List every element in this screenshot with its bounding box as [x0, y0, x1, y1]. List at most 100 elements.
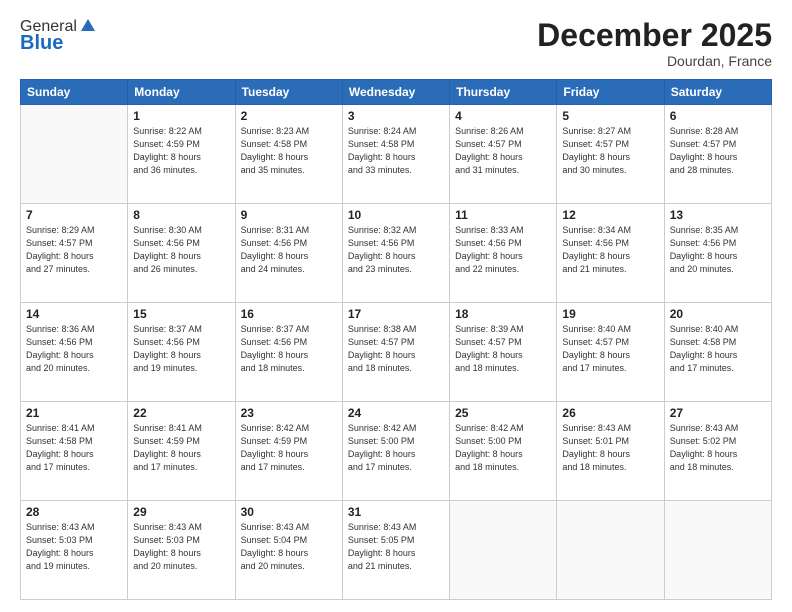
col-thursday: Thursday: [450, 80, 557, 105]
calendar-cell-w4-d6: 26Sunrise: 8:43 AMSunset: 5:01 PMDayligh…: [557, 402, 664, 501]
day-number: 8: [133, 208, 229, 222]
day-number: 16: [241, 307, 337, 321]
calendar-cell-w2-d7: 13 Sunrise: 8:35 AMSunset: 4:56 PMDayligh…: [664, 204, 771, 303]
day-info: Sunrise: 8:39 AMSunset: 4:57 PMDaylight:…: [455, 323, 551, 375]
calendar-cell-w1-d5: 4 Sunrise: 8:26 AMSunset: 4:57 PMDaylight…: [450, 105, 557, 204]
calendar-cell-w5-d5: [450, 501, 557, 600]
day-info: Sunrise: 8:37 AMSunset: 4:56 PMDaylight:…: [241, 323, 337, 375]
calendar-cell-w4-d2: 22Sunrise: 8:41 AMSunset: 4:59 PMDayligh…: [128, 402, 235, 501]
calendar-cell-w5-d1: 28 Sunrise: 8:43 AMSunset: 5:03 PMDayligh…: [21, 501, 128, 600]
day-number: 23: [241, 406, 337, 420]
day-number: 29: [133, 505, 229, 519]
day-info: Sunrise: 8:35 AMSunset: 4:56 PMDaylight:…: [670, 224, 766, 276]
day-number: 27: [670, 406, 766, 420]
week-row-3: 14Sunrise: 8:36 AMSunset: 4:56 PMDayligh…: [21, 303, 772, 402]
day-number: 30: [241, 505, 337, 519]
day-number: 20: [670, 307, 766, 321]
page: General Blue December 2025 Dourdan, Fran…: [0, 0, 792, 612]
calendar-cell-w2-d5: 11Sunrise: 8:33 AMSunset: 4:56 PMDayligh…: [450, 204, 557, 303]
day-info: Sunrise: 8:43 AMSunset: 5:01 PMDaylight:…: [562, 422, 658, 474]
day-info: Sunrise: 8:38 AMSunset: 4:57 PMDaylight:…: [348, 323, 444, 375]
calendar-cell-w2-d3: 9 Sunrise: 8:31 AMSunset: 4:56 PMDaylight…: [235, 204, 342, 303]
day-number: 28: [26, 505, 122, 519]
col-wednesday: Wednesday: [342, 80, 449, 105]
day-info: Sunrise: 8:24 AMSunset: 4:58 PMDaylight:…: [348, 125, 444, 177]
calendar-cell-w1-d6: 5 Sunrise: 8:27 AMSunset: 4:57 PMDaylight…: [557, 105, 664, 204]
day-number: 1: [133, 109, 229, 123]
day-number: 3: [348, 109, 444, 123]
calendar-cell-w2-d2: 8 Sunrise: 8:30 AMSunset: 4:56 PMDaylight…: [128, 204, 235, 303]
day-number: 24: [348, 406, 444, 420]
day-info: Sunrise: 8:28 AMSunset: 4:57 PMDaylight:…: [670, 125, 766, 177]
calendar-header-row: Sunday Monday Tuesday Wednesday Thursday…: [21, 80, 772, 105]
day-info: Sunrise: 8:40 AMSunset: 4:58 PMDaylight:…: [670, 323, 766, 375]
day-info: Sunrise: 8:43 AMSunset: 5:03 PMDaylight:…: [133, 521, 229, 573]
header: General Blue December 2025 Dourdan, Fran…: [20, 18, 772, 69]
col-friday: Friday: [557, 80, 664, 105]
week-row-4: 21 Sunrise: 8:41 AMSunset: 4:58 PMDayligh…: [21, 402, 772, 501]
day-number: 13: [670, 208, 766, 222]
calendar-cell-w5-d6: [557, 501, 664, 600]
col-tuesday: Tuesday: [235, 80, 342, 105]
month-title: December 2025: [537, 18, 772, 53]
calendar-cell-w1-d4: 3 Sunrise: 8:24 AMSunset: 4:58 PMDaylight…: [342, 105, 449, 204]
calendar-cell-w1-d2: 1Sunrise: 8:22 AMSunset: 4:59 PMDaylight…: [128, 105, 235, 204]
calendar-cell-w5-d7: [664, 501, 771, 600]
day-info: Sunrise: 8:43 AMSunset: 5:04 PMDaylight:…: [241, 521, 337, 573]
col-sunday: Sunday: [21, 80, 128, 105]
logo-blue-text: Blue: [20, 32, 63, 55]
day-number: 9: [241, 208, 337, 222]
day-info: Sunrise: 8:41 AMSunset: 4:59 PMDaylight:…: [133, 422, 229, 474]
day-info: Sunrise: 8:27 AMSunset: 4:57 PMDaylight:…: [562, 125, 658, 177]
logo-icon: [79, 17, 97, 35]
calendar-table: Sunday Monday Tuesday Wednesday Thursday…: [20, 79, 772, 600]
week-row-1: 1Sunrise: 8:22 AMSunset: 4:59 PMDaylight…: [21, 105, 772, 204]
day-info: Sunrise: 8:26 AMSunset: 4:57 PMDaylight:…: [455, 125, 551, 177]
day-number: 11: [455, 208, 551, 222]
calendar-cell-w3-d7: 20 Sunrise: 8:40 AMSunset: 4:58 PMDayligh…: [664, 303, 771, 402]
day-info: Sunrise: 8:32 AMSunset: 4:56 PMDaylight:…: [348, 224, 444, 276]
calendar-cell-w1-d3: 2 Sunrise: 8:23 AMSunset: 4:58 PMDaylight…: [235, 105, 342, 204]
day-info: Sunrise: 8:42 AMSunset: 5:00 PMDaylight:…: [348, 422, 444, 474]
day-number: 31: [348, 505, 444, 519]
day-info: Sunrise: 8:37 AMSunset: 4:56 PMDaylight:…: [133, 323, 229, 375]
calendar-cell-w2-d4: 10Sunrise: 8:32 AMSunset: 4:56 PMDayligh…: [342, 204, 449, 303]
calendar-cell-w4-d7: 27 Sunrise: 8:43 AMSunset: 5:02 PMDayligh…: [664, 402, 771, 501]
calendar-cell-w2-d1: 7 Sunrise: 8:29 AMSunset: 4:57 PMDaylight…: [21, 204, 128, 303]
day-info: Sunrise: 8:23 AMSunset: 4:58 PMDaylight:…: [241, 125, 337, 177]
calendar-cell-w4-d4: 24 Sunrise: 8:42 AMSunset: 5:00 PMDayligh…: [342, 402, 449, 501]
col-saturday: Saturday: [664, 80, 771, 105]
day-info: Sunrise: 8:43 AMSunset: 5:02 PMDaylight:…: [670, 422, 766, 474]
day-info: Sunrise: 8:42 AMSunset: 4:59 PMDaylight:…: [241, 422, 337, 474]
day-info: Sunrise: 8:31 AMSunset: 4:56 PMDaylight:…: [241, 224, 337, 276]
day-number: 25: [455, 406, 551, 420]
calendar-cell-w5-d4: 31Sunrise: 8:43 AMSunset: 5:05 PMDayligh…: [342, 501, 449, 600]
day-number: 5: [562, 109, 658, 123]
calendar-cell-w4-d5: 25 Sunrise: 8:42 AMSunset: 5:00 PMDayligh…: [450, 402, 557, 501]
calendar-cell-w3-d2: 15Sunrise: 8:37 AMSunset: 4:56 PMDayligh…: [128, 303, 235, 402]
logo: General Blue: [20, 18, 97, 55]
day-number: 2: [241, 109, 337, 123]
day-info: Sunrise: 8:41 AMSunset: 4:58 PMDaylight:…: [26, 422, 122, 474]
calendar-cell-w3-d4: 17 Sunrise: 8:38 AMSunset: 4:57 PMDayligh…: [342, 303, 449, 402]
title-block: December 2025 Dourdan, France: [537, 18, 772, 69]
calendar-cell-w4-d1: 21 Sunrise: 8:41 AMSunset: 4:58 PMDayligh…: [21, 402, 128, 501]
day-info: Sunrise: 8:43 AMSunset: 5:03 PMDaylight:…: [26, 521, 122, 573]
calendar-cell-w4-d3: 23 Sunrise: 8:42 AMSunset: 4:59 PMDayligh…: [235, 402, 342, 501]
day-number: 17: [348, 307, 444, 321]
day-number: 4: [455, 109, 551, 123]
calendar-cell-w5-d3: 30 Sunrise: 8:43 AMSunset: 5:04 PMDayligh…: [235, 501, 342, 600]
day-number: 21: [26, 406, 122, 420]
day-info: Sunrise: 8:29 AMSunset: 4:57 PMDaylight:…: [26, 224, 122, 276]
day-number: 18: [455, 307, 551, 321]
day-info: Sunrise: 8:42 AMSunset: 5:00 PMDaylight:…: [455, 422, 551, 474]
day-info: Sunrise: 8:30 AMSunset: 4:56 PMDaylight:…: [133, 224, 229, 276]
day-info: Sunrise: 8:34 AMSunset: 4:56 PMDaylight:…: [562, 224, 658, 276]
location: Dourdan, France: [537, 53, 772, 69]
day-number: 7: [26, 208, 122, 222]
calendar-cell-w3-d3: 16 Sunrise: 8:37 AMSunset: 4:56 PMDayligh…: [235, 303, 342, 402]
calendar-cell-w1-d7: 6 Sunrise: 8:28 AMSunset: 4:57 PMDaylight…: [664, 105, 771, 204]
day-number: 19: [562, 307, 658, 321]
day-number: 14: [26, 307, 122, 321]
day-number: 6: [670, 109, 766, 123]
